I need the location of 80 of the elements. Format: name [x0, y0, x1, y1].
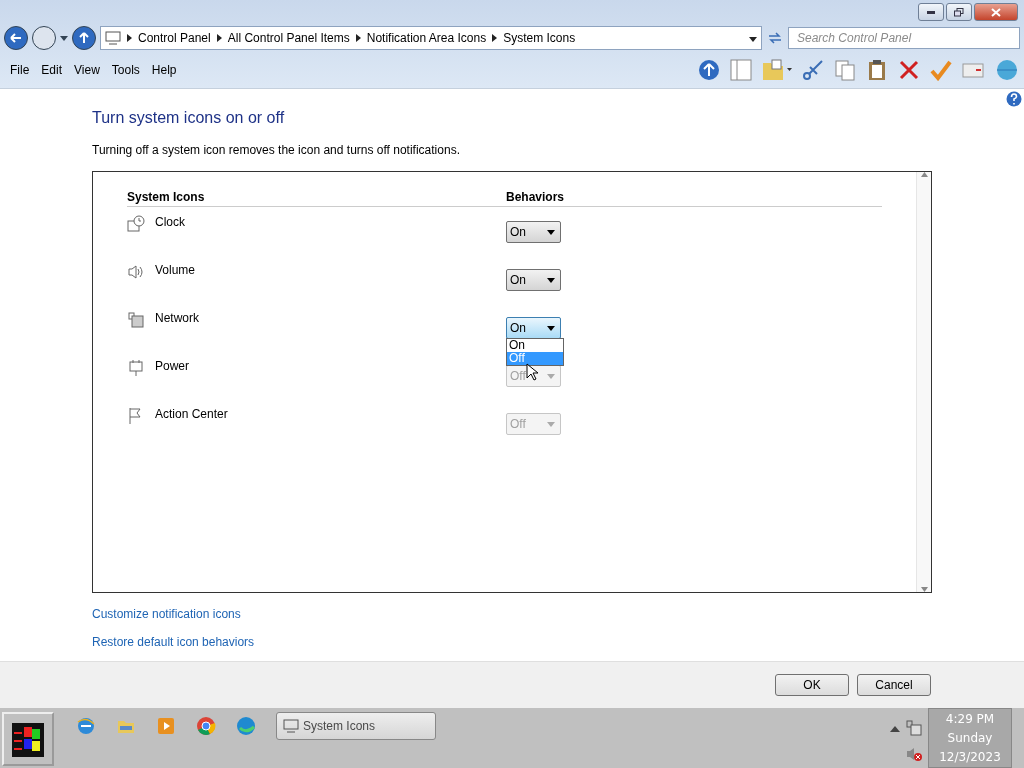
- chevron-icon: [355, 34, 361, 42]
- edge-icon: [236, 716, 256, 736]
- breadcrumb[interactable]: All Control Panel Items: [227, 31, 350, 45]
- link[interactable]: Customize notification icons: [92, 607, 241, 621]
- caret-icon: [547, 325, 555, 331]
- restore-button[interactable]: [946, 3, 972, 21]
- help-icon[interactable]: [1006, 91, 1022, 107]
- caret-icon: [749, 37, 757, 42]
- back-arrow-icon: [10, 33, 22, 43]
- computer-icon: [105, 31, 121, 45]
- folder-icon: [762, 59, 792, 81]
- clipboard-icon: [866, 59, 888, 81]
- chrome-icon: [196, 716, 216, 736]
- media-player-icon: [156, 716, 176, 736]
- computer-icon: [283, 719, 299, 733]
- dialog-button[interactable]: OK: [775, 674, 849, 696]
- breadcrumb[interactable]: System Icons: [503, 31, 576, 45]
- close-button[interactable]: [974, 3, 1018, 21]
- menu-item[interactable]: Help: [145, 63, 183, 77]
- dialog-button[interactable]: Cancel: [857, 674, 931, 696]
- close-icon: [991, 7, 1001, 17]
- behavior-dropdown[interactable]: On: [506, 317, 561, 339]
- icon-label: Action Center: [155, 407, 228, 421]
- restore-icon: [954, 7, 964, 17]
- link[interactable]: Restore default icon behaviors: [92, 635, 255, 649]
- scroll-up-icon[interactable]: [920, 172, 928, 177]
- caret-icon: [547, 373, 555, 379]
- caret-icon[interactable]: [60, 35, 68, 41]
- caret-icon: [547, 277, 555, 283]
- icon-label: Power: [155, 359, 189, 373]
- copy-icon: [834, 59, 856, 81]
- breadcrumb[interactable]: Control Panel: [138, 31, 211, 45]
- clock-day: Sunday: [947, 731, 993, 745]
- scroll-down-icon[interactable]: [920, 587, 928, 592]
- column-header: System Icons: [127, 190, 206, 204]
- breadcrumb[interactable]: Notification Area Icons: [366, 31, 487, 45]
- icon-label: Clock: [155, 215, 185, 229]
- clock-icon: [127, 215, 145, 233]
- minimize-icon: [927, 10, 935, 14]
- caret-icon: [547, 421, 555, 427]
- chevron-icon: [127, 34, 132, 42]
- taskbar-window-button[interactable]: System Icons: [276, 712, 436, 740]
- chevron-icon: [492, 34, 498, 42]
- behavior-dropdown[interactable]: On: [506, 269, 561, 291]
- chevron-icon: [216, 34, 222, 42]
- description-text: Turning off a system icon removes the icon and turns off notifications.: [92, 143, 461, 157]
- scissors-icon: [802, 59, 824, 81]
- menu-item[interactable]: Edit: [35, 63, 69, 77]
- menu-item[interactable]: Tools: [105, 63, 146, 77]
- clock-date: 12/3/2023: [939, 750, 1001, 765]
- up-arrow-icon: [79, 32, 89, 44]
- muted-speaker-icon: [906, 746, 922, 762]
- address-bar[interactable]: Control Panel All Control Panel Items Notification Area Icons System Icons: [100, 26, 762, 50]
- scrollbar[interactable]: [916, 172, 931, 592]
- page-title: Turn system icons on or off: [92, 109, 286, 127]
- panel-icon: [730, 59, 752, 81]
- search-field[interactable]: Search Control Panel: [788, 27, 1020, 49]
- network-icon: [127, 311, 145, 329]
- show-hidden-icons-icon[interactable]: [890, 726, 900, 732]
- clock-time: 4:29 PM: [945, 711, 995, 726]
- caret-icon: [547, 229, 555, 235]
- forward-button[interactable]: [32, 26, 56, 50]
- menu-item[interactable]: View: [68, 63, 106, 77]
- globe-icon: [994, 59, 1020, 81]
- network-icon: [906, 720, 922, 736]
- icon-label: Network: [155, 311, 199, 325]
- speaker-icon: [127, 263, 145, 281]
- back-button[interactable]: [4, 26, 28, 50]
- up-button[interactable]: [72, 26, 96, 50]
- column-header: Behaviors: [506, 190, 566, 204]
- menu-item[interactable]: File: [4, 63, 36, 77]
- minimize-button[interactable]: [918, 3, 944, 21]
- start-button[interactable]: [2, 712, 54, 766]
- behavior-dropdown[interactable]: On: [506, 221, 561, 243]
- checkmark-icon: [930, 59, 952, 81]
- refresh-icon: [766, 30, 784, 46]
- delete-icon: [898, 59, 920, 81]
- browser-e-icon: [76, 716, 96, 736]
- icon-label: Volume: [155, 263, 196, 277]
- plug-icon: [127, 359, 145, 377]
